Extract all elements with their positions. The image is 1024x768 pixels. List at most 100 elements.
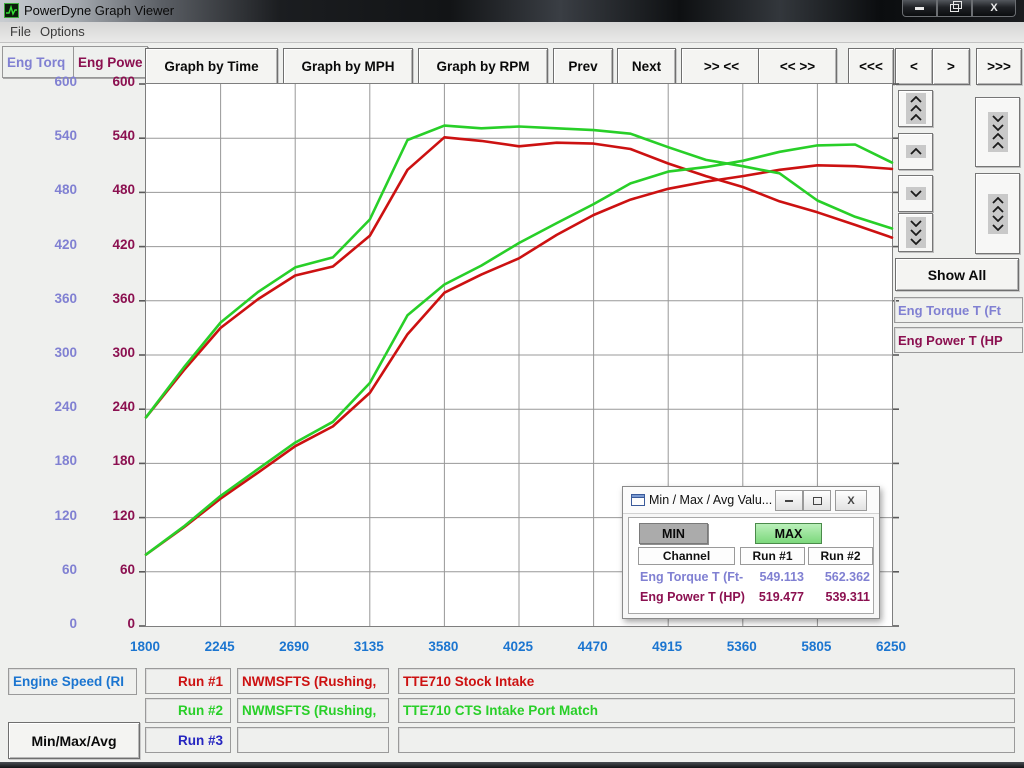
dialog-title-bar[interactable]: Min / Max / Avg Valu... X: [623, 487, 879, 514]
y-axis-label-power: 60: [91, 562, 135, 577]
chevrons-expand-icon: [988, 194, 1008, 234]
min-toggle-button[interactable]: MIN: [639, 523, 708, 544]
run2-description-box: TTE710 CTS Intake Port Match: [398, 698, 1015, 723]
zoom-out-x-button[interactable]: << >>: [758, 48, 837, 85]
y-axis-label-torque: 300: [33, 345, 77, 360]
run3-description-box: [398, 727, 1015, 753]
next-button[interactable]: Next: [617, 48, 676, 85]
y-scroll-bottom-button[interactable]: [898, 213, 933, 252]
column-header-channel: Channel: [638, 547, 735, 565]
dialog-body: MIN MAX Channel Run #1 Run #2 Eng Torque…: [628, 517, 874, 614]
prev-button[interactable]: Prev: [553, 48, 613, 85]
y-scroll-down-button[interactable]: [898, 175, 933, 212]
x-axis-label: 4025: [488, 639, 548, 654]
y-scroll-top-button[interactable]: [898, 90, 933, 127]
dialog-close-button[interactable]: X: [835, 490, 867, 511]
title-bar[interactable]: PowerDyne Graph Viewer X: [0, 0, 1024, 22]
y-axis-label-torque: 60: [33, 562, 77, 577]
torque-run2-max: 562.362: [806, 570, 870, 584]
y-axis-label-power: 240: [91, 399, 135, 414]
scroll-right-button[interactable]: >: [932, 48, 970, 85]
y-axis-label-torque: 480: [33, 182, 77, 197]
run1-description-box: TTE710 Stock Intake: [398, 668, 1015, 694]
triple-chevron-down-icon: [906, 217, 926, 248]
x-axis-channel-box[interactable]: Engine Speed (RI: [8, 668, 137, 695]
restore-icon: [950, 4, 959, 12]
zoom-in-x-button[interactable]: >> <<: [681, 48, 762, 85]
chevron-down-icon: [906, 187, 926, 200]
min-max-avg-button[interactable]: Min/Max/Avg: [8, 722, 140, 759]
scroll-left-button[interactable]: <: [895, 48, 933, 85]
column-header-run2: Run #2: [808, 547, 873, 565]
y-axis-label-power: 600: [91, 74, 135, 89]
y-axis-label-torque: 180: [33, 453, 77, 468]
menu-file[interactable]: File: [10, 24, 31, 39]
minimize-icon: [915, 7, 924, 10]
power-run2-max: 539.311: [806, 590, 870, 604]
run1-source-box: NWMSFTS (Rushing,: [237, 668, 389, 694]
scroll-far-right-button[interactable]: >>>: [976, 48, 1022, 85]
run2-source-box: NWMSFTS (Rushing,: [237, 698, 389, 723]
run2-label-box[interactable]: Run #2: [145, 698, 231, 723]
window-bottom-frame: [0, 762, 1024, 768]
dialog-title: Min / Max / Avg Valu...: [649, 493, 772, 507]
restore-button[interactable]: [937, 0, 972, 17]
close-icon: X: [990, 3, 997, 14]
close-icon: X: [847, 495, 854, 507]
minimize-button[interactable]: [902, 0, 937, 17]
close-button[interactable]: X: [972, 0, 1016, 17]
x-axis-label: 5360: [712, 639, 772, 654]
chevrons-collapse-icon: [988, 112, 1008, 152]
torque-channel-label[interactable]: Eng Torque T (Ft: [894, 297, 1023, 323]
column-header-run1: Run #1: [740, 547, 805, 565]
x-axis-label: 6250: [861, 639, 921, 654]
y-axis-label-torque: 540: [33, 128, 77, 143]
graph-by-mph-button[interactable]: Graph by MPH: [283, 48, 413, 85]
y-axis-label-torque: 600: [33, 74, 77, 89]
y-axis-label-torque: 240: [33, 399, 77, 414]
y-scroll-up-button[interactable]: [898, 133, 933, 170]
graph-by-time-button[interactable]: Graph by Time: [145, 48, 278, 85]
y-axis-label-torque: 360: [33, 291, 77, 306]
x-axis-label: 3135: [339, 639, 399, 654]
torque-run1-max: 549.113: [740, 570, 804, 584]
menu-options[interactable]: Options: [40, 24, 85, 39]
y-axis-label-power: 480: [91, 182, 135, 197]
y-zoom-out-button[interactable]: [975, 173, 1020, 254]
dialog-icon: [631, 494, 645, 506]
min-max-avg-dialog: Min / Max / Avg Valu... X MIN MAX Channe…: [622, 486, 880, 619]
x-axis-label: 2245: [190, 639, 250, 654]
dialog-maximize-button[interactable]: [803, 490, 831, 511]
y-axis-label-power: 360: [91, 291, 135, 306]
chevron-up-icon: [906, 145, 926, 158]
scroll-far-left-button[interactable]: <<<: [848, 48, 894, 85]
menu-bar: File Options: [0, 22, 1024, 43]
x-axis-label: 5805: [786, 639, 846, 654]
power-row-label: Eng Power T (HP): [640, 590, 745, 604]
max-toggle-button[interactable]: MAX: [755, 523, 822, 544]
x-axis-label: 4470: [563, 639, 623, 654]
y-axis-label-power: 540: [91, 128, 135, 143]
run3-label-box[interactable]: Run #3: [145, 727, 231, 753]
power-channel-label[interactable]: Eng Power T (HP: [894, 327, 1023, 353]
x-axis-label: 3580: [413, 639, 473, 654]
y-zoom-in-button[interactable]: [975, 97, 1020, 167]
maximize-icon: [813, 497, 822, 505]
show-all-button[interactable]: Show All: [895, 258, 1019, 291]
graph-by-rpm-button[interactable]: Graph by RPM: [418, 48, 548, 85]
torque-row-label: Eng Torque T (Ft-: [640, 570, 743, 584]
y-axis-label-power: 300: [91, 345, 135, 360]
powerdyne-window: PowerDyne Graph Viewer X File Options En…: [0, 0, 1024, 768]
y-axis-label-power: 120: [91, 508, 135, 523]
run1-label-box[interactable]: Run #1: [145, 668, 231, 694]
y-axis-label-torque: 120: [33, 508, 77, 523]
triple-chevron-up-icon: [906, 93, 926, 124]
x-axis-label: 4915: [637, 639, 697, 654]
dialog-minimize-button[interactable]: [775, 490, 803, 511]
y-axis-label-power: 180: [91, 453, 135, 468]
y-axis-label-power: 0: [91, 616, 135, 631]
window-title: PowerDyne Graph Viewer: [24, 3, 174, 18]
y-axis-label-power: 420: [91, 237, 135, 252]
power-run1-max: 519.477: [740, 590, 804, 604]
y-axis-label-torque: 0: [33, 616, 77, 631]
